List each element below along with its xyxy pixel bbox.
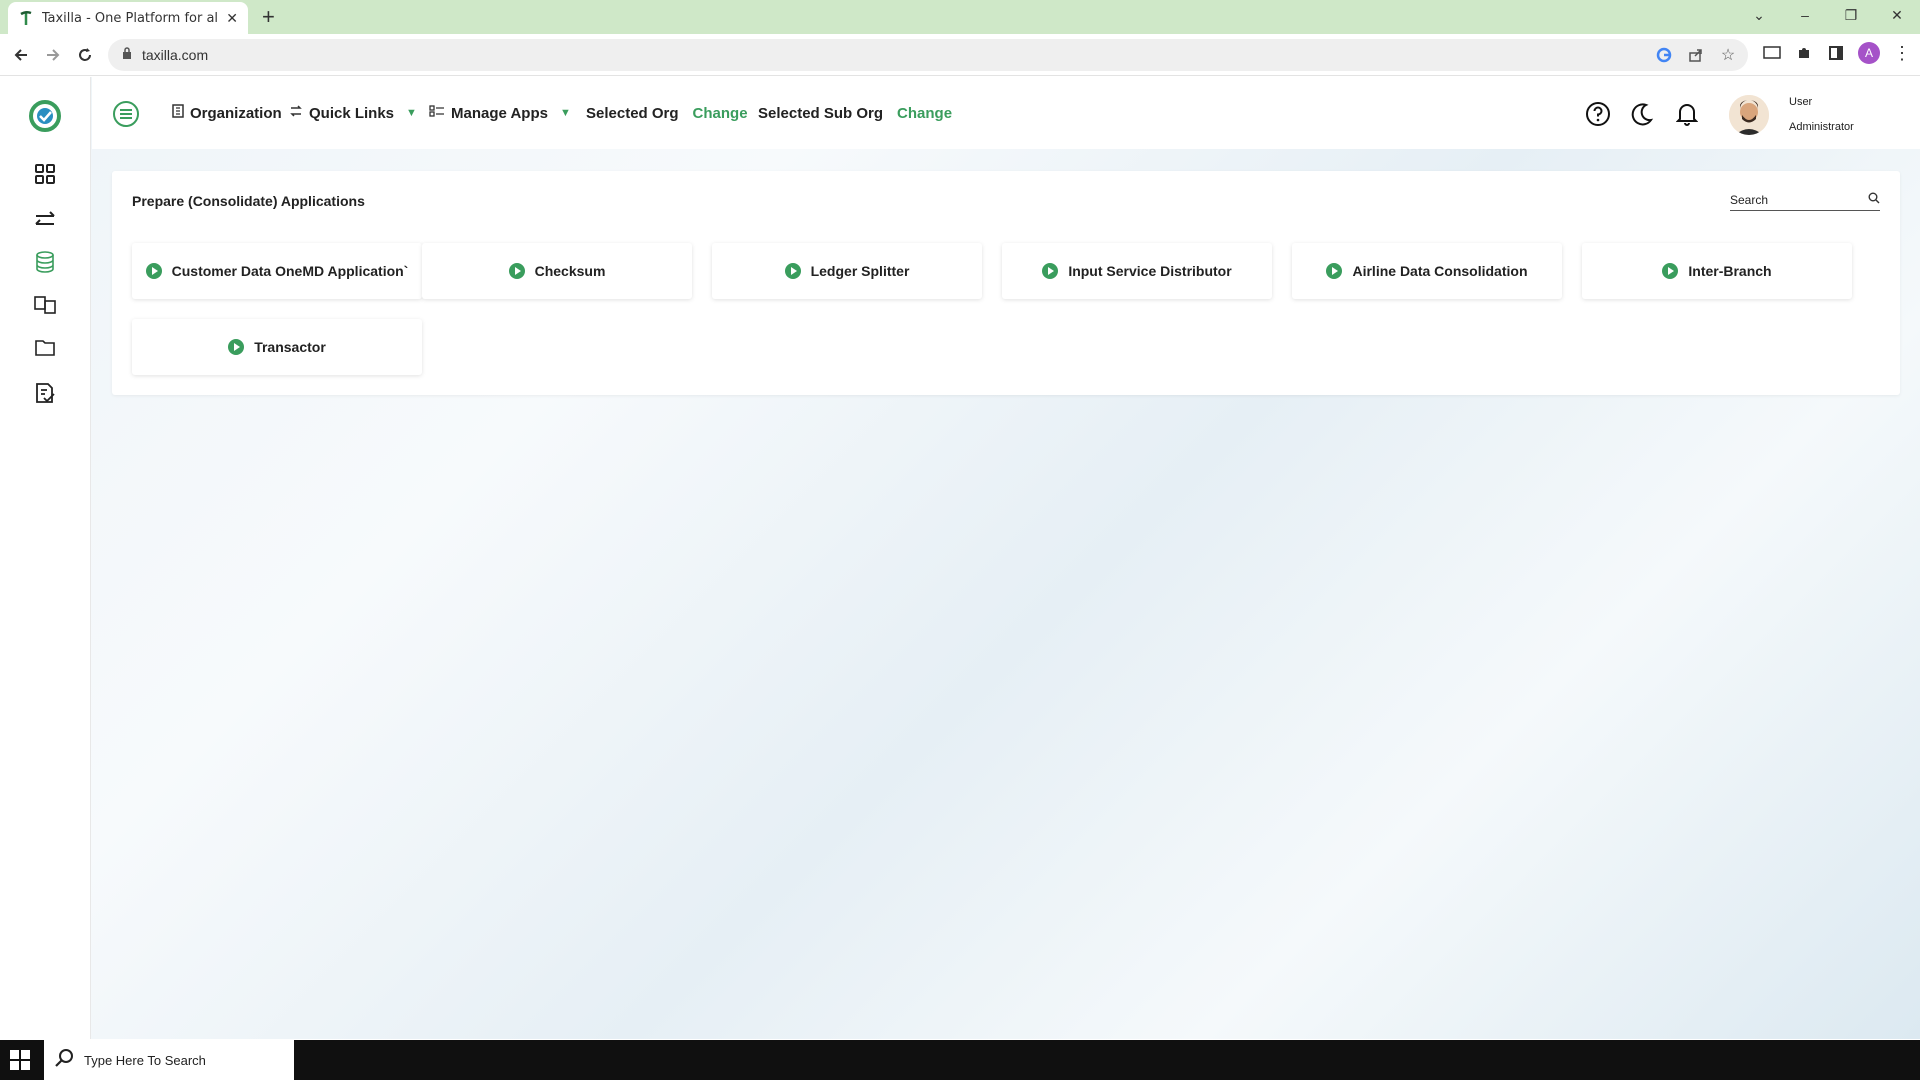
sidebar-folder-icon[interactable] — [32, 334, 58, 360]
forward-icon[interactable] — [40, 42, 66, 68]
app-card-inter-branch[interactable]: Inter-Branch — [1582, 243, 1852, 299]
manage-apps-icon — [429, 104, 445, 122]
close-window-icon[interactable]: ✕ — [1874, 0, 1920, 30]
manage-apps-label: Manage Apps — [451, 104, 548, 122]
bell-icon[interactable] — [1674, 101, 1700, 127]
play-icon — [145, 263, 162, 279]
bookmark-star-icon[interactable]: ☆ — [1718, 45, 1738, 65]
change-org-link[interactable]: Change — [693, 105, 748, 122]
quick-links-label: Quick Links — [309, 104, 395, 122]
sidebar-dashboard-icon[interactable] — [32, 161, 58, 187]
taskbar-search-input[interactable] — [84, 1052, 284, 1068]
restore-icon[interactable]: ❐ — [1828, 0, 1874, 30]
sidebar-exchange-icon[interactable] — [32, 292, 58, 318]
cast-icon[interactable] — [1762, 43, 1782, 63]
chevron-down-icon: ▼ — [406, 107, 417, 119]
taskbar-search[interactable] — [44, 1040, 294, 1080]
search-icon — [54, 1048, 74, 1073]
browser-toolbar: taxilla.com ☆ A ⋮ — [0, 34, 1920, 76]
change-sub-org-link[interactable]: Change — [897, 105, 952, 122]
tab-close-icon[interactable]: ✕ — [226, 10, 238, 27]
windows-start-icon[interactable] — [10, 1050, 30, 1070]
tab-title: Taxilla - One Platform for all Ent — [41, 10, 219, 26]
share-icon[interactable] — [1686, 45, 1706, 65]
reload-icon[interactable] — [72, 42, 98, 68]
app-card-label: Airline Data Consolidation — [1352, 263, 1528, 279]
search-input[interactable] — [1730, 192, 1850, 207]
browser-tab[interactable]: Taxilla - One Platform for all Ent ✕ — [8, 2, 248, 34]
sidebar-report-check-icon[interactable] — [32, 380, 58, 406]
address-bar[interactable]: taxilla.com ☆ — [108, 39, 1748, 71]
play-icon — [228, 339, 245, 355]
browser-tab-bar: Taxilla - One Platform for all Ent ✕ + ⌄… — [0, 0, 1920, 34]
sidebar-database-icon[interactable] — [32, 249, 58, 275]
windows-taskbar — [0, 1040, 1920, 1080]
app-card-label: Checksum — [534, 263, 606, 279]
back-icon[interactable] — [8, 42, 34, 68]
app-area: Organization Quick Links ▼ Manage Apps ▼… — [0, 77, 1920, 1039]
organization-icon — [172, 104, 184, 122]
chevron-down-icon: ▼ — [559, 107, 571, 119]
selected-sub-org: Selected Sub Org Change — [758, 77, 952, 149]
applications-panel: Prepare (Consolidate) Applications Custo… — [112, 171, 1900, 395]
play-icon — [1042, 263, 1059, 279]
minimize-icon[interactable]: – — [1782, 0, 1828, 30]
sidebar — [0, 77, 91, 1039]
tab-search-icon[interactable]: ⌄ — [1736, 0, 1782, 30]
panel-title: Prepare (Consolidate) Applications — [132, 193, 365, 209]
play-icon — [1326, 263, 1343, 279]
app-card-checksum[interactable]: Checksum — [422, 243, 692, 299]
app-card-transactor[interactable]: Transactor — [132, 319, 422, 375]
extensions-icon[interactable] — [1794, 43, 1814, 63]
search-box — [1730, 189, 1880, 211]
search-icon[interactable] — [1868, 191, 1880, 209]
taxilla-logo-icon[interactable] — [28, 99, 62, 133]
menu-toggle-icon[interactable] — [112, 100, 140, 128]
manage-apps-nav[interactable]: Manage Apps ▼ — [429, 77, 571, 149]
taxilla-favicon-icon — [18, 10, 34, 26]
organization-nav[interactable]: Organization — [172, 77, 282, 149]
user-name: User — [1789, 96, 1813, 108]
app-card-label: Transactor — [254, 339, 326, 355]
quick-links-nav[interactable]: Quick Links ▼ — [289, 77, 417, 149]
play-icon — [508, 263, 525, 279]
app-card-customer-data-onemd[interactable]: Customer Data OneMD Application` — [132, 243, 422, 299]
url-text: taxilla.com — [142, 47, 209, 63]
sidebar-transfer-icon[interactable] — [32, 207, 58, 233]
app-card-label: Ledger Splitter — [810, 263, 910, 279]
browser-menu-icon[interactable]: ⋮ — [1892, 43, 1912, 63]
help-icon[interactable] — [1585, 101, 1611, 127]
app-header: Organization Quick Links ▼ Manage Apps ▼… — [92, 77, 1920, 149]
app-card-label: Inter-Branch — [1688, 263, 1772, 279]
selected-org: Selected Org Change — [586, 77, 748, 149]
moon-icon[interactable] — [1629, 101, 1655, 127]
play-icon — [784, 263, 801, 279]
app-card-input-service-distributor[interactable]: Input Service Distributor — [1002, 243, 1272, 299]
organization-label: Organization — [190, 104, 282, 122]
user-role: Administrator — [1789, 121, 1854, 133]
new-tab-icon[interactable]: + — [262, 6, 275, 28]
play-icon — [1662, 263, 1679, 279]
app-card-airline-data-consolidation[interactable]: Airline Data Consolidation — [1292, 243, 1562, 299]
app-card-ledger-splitter[interactable]: Ledger Splitter — [712, 243, 982, 299]
selected-org-label: Selected Org — [586, 104, 679, 122]
google-icon[interactable] — [1654, 45, 1674, 65]
lock-icon — [122, 46, 132, 64]
app-card-label: Input Service Distributor — [1068, 263, 1232, 279]
app-card-label: Customer Data OneMD Application` — [171, 263, 409, 279]
profile-avatar[interactable]: A — [1858, 42, 1880, 64]
selected-sub-org-label: Selected Sub Org — [758, 104, 884, 122]
side-panel-icon[interactable] — [1826, 43, 1846, 63]
quick-links-icon — [289, 104, 303, 122]
avatar[interactable] — [1729, 95, 1769, 135]
